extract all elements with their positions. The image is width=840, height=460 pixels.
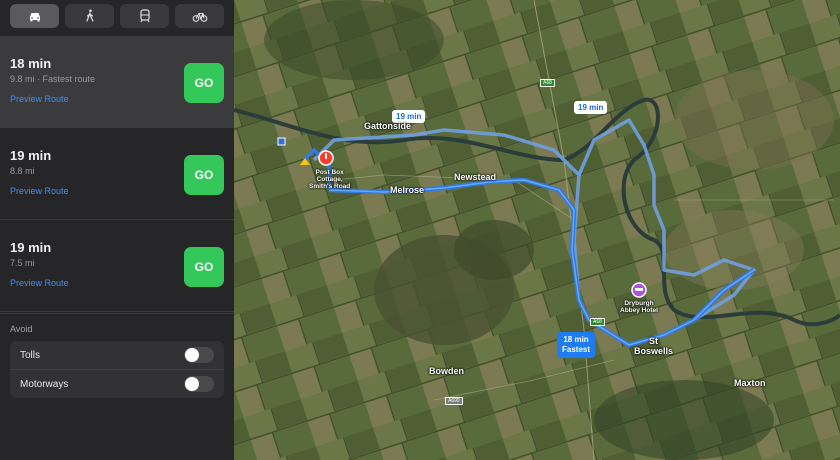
- route-option-2[interactable]: 19 min 8.8 mi Preview Route GO: [0, 128, 234, 220]
- fastest-route-bubble[interactable]: 18 min Fastest: [557, 332, 596, 358]
- road-badge-a699: A699: [445, 397, 463, 405]
- avoid-section: Avoid Tolls Motorways: [0, 313, 234, 398]
- mode-car-button[interactable]: [10, 4, 59, 28]
- avoid-motorways-row: Motorways: [10, 369, 224, 398]
- place-gattonside: Gattonside: [364, 121, 412, 131]
- transport-mode-bar: [0, 0, 234, 30]
- toggle-knob: [185, 348, 199, 362]
- avoid-tolls-toggle[interactable]: [184, 347, 214, 363]
- mode-transit-button[interactable]: [120, 4, 169, 28]
- origin-label: Post Box Cottage, Smith's Road: [309, 169, 351, 190]
- road-badge-a68: A68: [590, 318, 605, 326]
- avoid-tolls-row: Tolls: [10, 341, 224, 369]
- place-bowden: Bowden: [429, 366, 464, 376]
- walking-icon: [85, 9, 94, 22]
- toggle-knob: [185, 377, 199, 391]
- go-button[interactable]: GO: [184, 63, 224, 103]
- route-option-1[interactable]: 18 min 9.8 mi · Fastest route Preview Ro…: [0, 36, 234, 128]
- car-icon: [29, 13, 40, 22]
- place-newstead: Newstead: [454, 172, 497, 182]
- avoid-options: Tolls Motorways: [10, 341, 224, 398]
- mode-cycle-button[interactable]: [175, 4, 224, 28]
- bicycle-icon: [192, 12, 207, 22]
- maps-app: 18 min 9.8 mi · Fastest route Preview Ro…: [0, 0, 840, 460]
- route-list: 18 min 9.8 mi · Fastest route Preview Ro…: [0, 36, 234, 312]
- map-imagery: [234, 0, 840, 460]
- fastest-label: Fastest: [562, 345, 591, 354]
- fastest-time: 18 min: [563, 335, 589, 344]
- avoid-motorways-toggle[interactable]: [184, 376, 214, 392]
- go-button[interactable]: GO: [184, 247, 224, 287]
- destination-label: Dryburgh Abbey Hotel: [620, 300, 658, 314]
- place-maxton: Maxton: [734, 378, 766, 388]
- avoid-tolls-label: Tolls: [20, 349, 41, 361]
- mode-walk-button[interactable]: [65, 4, 114, 28]
- directions-sidebar: 18 min 9.8 mi · Fastest route Preview Ro…: [0, 0, 234, 460]
- route-option-3[interactable]: 19 min 7.5 mi Preview Route GO: [0, 220, 234, 312]
- place-melrose: Melrose: [390, 185, 425, 195]
- place-st-boswells: St Boswells: [634, 336, 674, 356]
- train-icon: [139, 9, 150, 23]
- route-time-bubble[interactable]: 19 min: [574, 101, 608, 114]
- go-button[interactable]: GO: [184, 155, 224, 195]
- avoid-motorways-label: Motorways: [20, 378, 69, 390]
- avoid-heading: Avoid: [10, 324, 33, 334]
- road-badge-a68: A68: [540, 79, 555, 87]
- satellite-map[interactable]: 19 min 19 min 18 min Fastest Gattonside …: [234, 0, 840, 460]
